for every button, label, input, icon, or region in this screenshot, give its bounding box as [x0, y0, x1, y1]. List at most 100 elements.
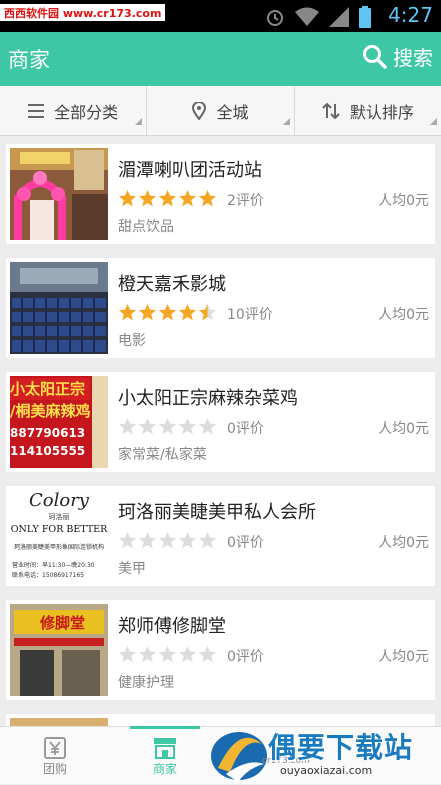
review-count: 0评价 [227, 649, 264, 665]
merchant-name: 橙天嘉禾影城 [118, 274, 226, 295]
rating-stars [118, 531, 217, 550]
merchant-category: 美甲 [118, 561, 146, 577]
merchant-card[interactable]: 小太阳正宗 /桐美麻辣鸡 887790613 114105555 小太阳正宗麻辣… [6, 372, 435, 472]
merchant-photo [10, 718, 108, 726]
star-half-icon [198, 303, 217, 321]
rating-stars [118, 189, 217, 208]
filter-sort-label: 默认排序 [349, 102, 414, 122]
shop-icon [154, 737, 176, 759]
review-count: 2评价 [227, 193, 264, 209]
filter-category[interactable]: 全部分类 [0, 86, 146, 135]
merchant-card[interactable]: 湄潭喇叭团活动站 2评价 人均0元 甜点饮品 [6, 144, 435, 244]
average-price: 人均0元 [378, 649, 429, 665]
merchant-card[interactable]: Colory 珂洛丽 ONLY FOR BETTER 珂洛丽美睫美甲形象国际连锁… [6, 486, 435, 586]
star-filled-icon [118, 189, 137, 207]
merchant-card[interactable] [6, 714, 435, 726]
star-empty-icon [138, 531, 157, 549]
star-empty-icon [138, 645, 157, 663]
star-filled-icon [118, 303, 137, 321]
star-empty-icon [198, 645, 217, 663]
merchant-card[interactable]: 修脚堂 郑师傅修脚堂 0评价 人均0元 健康护理 [6, 600, 435, 700]
watermark-url: ouyaoxiazai.com [280, 764, 373, 777]
filter-sort[interactable]: 默认排序 [293, 86, 441, 135]
average-price: 人均0元 [378, 307, 429, 323]
alarm-icon [267, 10, 283, 26]
filter-area[interactable]: 全城 [146, 86, 293, 135]
watermark-label: 西西软件园 www.cr173.com [0, 4, 166, 21]
star-empty-icon [118, 417, 137, 435]
sign-text: 114105555 [10, 444, 86, 458]
star-filled-icon [178, 303, 197, 321]
dropdown-corner-icon [282, 118, 290, 125]
clock: 4:27 [388, 3, 433, 27]
brand-slogan: ONLY FOR BETTER [10, 524, 108, 535]
filter-bar: 全部分类 全城 默认排序 [0, 86, 441, 136]
star-filled-icon [138, 189, 157, 207]
watermark-title: 偶要下载站 [268, 731, 414, 764]
merchant-category: 电影 [118, 333, 146, 349]
watermark-overlay: cr173.com 偶要下载站 ouyaoxiazai.com [200, 726, 441, 784]
merchant-category: 健康护理 [118, 675, 174, 691]
info-text: 珂洛丽美睫美甲形象国际连锁机构 [13, 544, 104, 551]
merchant-category: 甜点饮品 [118, 219, 174, 235]
search-button[interactable]: 搜索 [362, 42, 433, 71]
star-empty-icon [178, 531, 197, 549]
tab-groupon[interactable]: 团购 [0, 727, 110, 785]
merchant-photo: 修脚堂 [10, 604, 108, 696]
rating-stars [118, 303, 217, 322]
star-filled-icon [158, 189, 177, 207]
review-count: 10评价 [227, 307, 273, 323]
star-filled-icon [158, 303, 177, 321]
sign-text: 887790613 [10, 426, 86, 440]
merchant-list[interactable]: 湄潭喇叭团活动站 2评价 人均0元 甜点饮品 橙天嘉禾影城 10评价 人均0元 … [0, 136, 441, 726]
sign-text: 修脚堂 [40, 614, 86, 632]
star-empty-icon [138, 417, 157, 435]
star-filled-icon [178, 189, 197, 207]
page-title: 商家 [8, 48, 50, 72]
star-empty-icon [118, 645, 137, 663]
status-bar: 西西软件园 www.cr173.com 4:27 [0, 0, 441, 32]
brand-logo: Colory [29, 490, 89, 511]
watermark-logo-icon [211, 732, 267, 782]
filter-area-label: 全城 [216, 102, 249, 122]
star-empty-icon [198, 531, 217, 549]
app-bar: 商家 搜索 [0, 32, 441, 86]
sign-text: /桐美麻辣鸡 [10, 402, 90, 420]
review-count: 0评价 [227, 535, 264, 551]
average-price: 人均0元 [378, 193, 429, 209]
merchant-name: 湄潭喇叭团活动站 [118, 160, 262, 181]
star-filled-icon [138, 303, 157, 321]
merchant-photo: Colory 珂洛丽 ONLY FOR BETTER 珂洛丽美睫美甲形象国际连锁… [10, 490, 108, 582]
signal-icon [329, 7, 349, 27]
star-empty-icon [198, 417, 217, 435]
tab-groupon-label: 团购 [42, 761, 67, 776]
dropdown-corner-icon [135, 118, 143, 125]
star-empty-icon [178, 417, 197, 435]
info-text: 联系电话：15086917165 [12, 572, 84, 579]
rating-stars [118, 417, 217, 436]
filter-category-label: 全部分类 [54, 102, 119, 122]
battery-icon [359, 6, 371, 28]
sort-icon [322, 102, 340, 119]
search-icon [363, 44, 387, 69]
average-price: 人均0元 [378, 535, 429, 551]
sign-text: 小太阳正宗 [10, 378, 90, 400]
info-text: 营业时间：早11:30—晚20:30 [12, 562, 95, 569]
menu-icon [28, 103, 45, 118]
rating-stars [118, 645, 217, 664]
star-empty-icon [178, 645, 197, 663]
merchant-name: 郑师傅修脚堂 [118, 616, 226, 637]
merchant-name: 小太阳正宗麻辣杂菜鸡 [118, 388, 298, 409]
search-label: 搜索 [393, 46, 433, 70]
brand-subtitle: 珂洛丽 [48, 513, 70, 521]
merchant-category: 家常菜/私家菜 [118, 447, 207, 463]
review-count: 0评价 [227, 421, 264, 437]
merchant-card[interactable]: 橙天嘉禾影城 10评价 人均0元 电影 [6, 258, 435, 358]
star-empty-icon [158, 645, 177, 663]
tab-merchants-label: 商家 [152, 761, 177, 776]
merchant-name: 珂洛丽美睫美甲私人会所 [118, 502, 316, 523]
average-price: 人均0元 [378, 421, 429, 437]
merchant-photo [10, 262, 108, 354]
merchant-photo: 小太阳正宗 /桐美麻辣鸡 887790613 114105555 [10, 376, 108, 468]
star-empty-icon [158, 417, 177, 435]
